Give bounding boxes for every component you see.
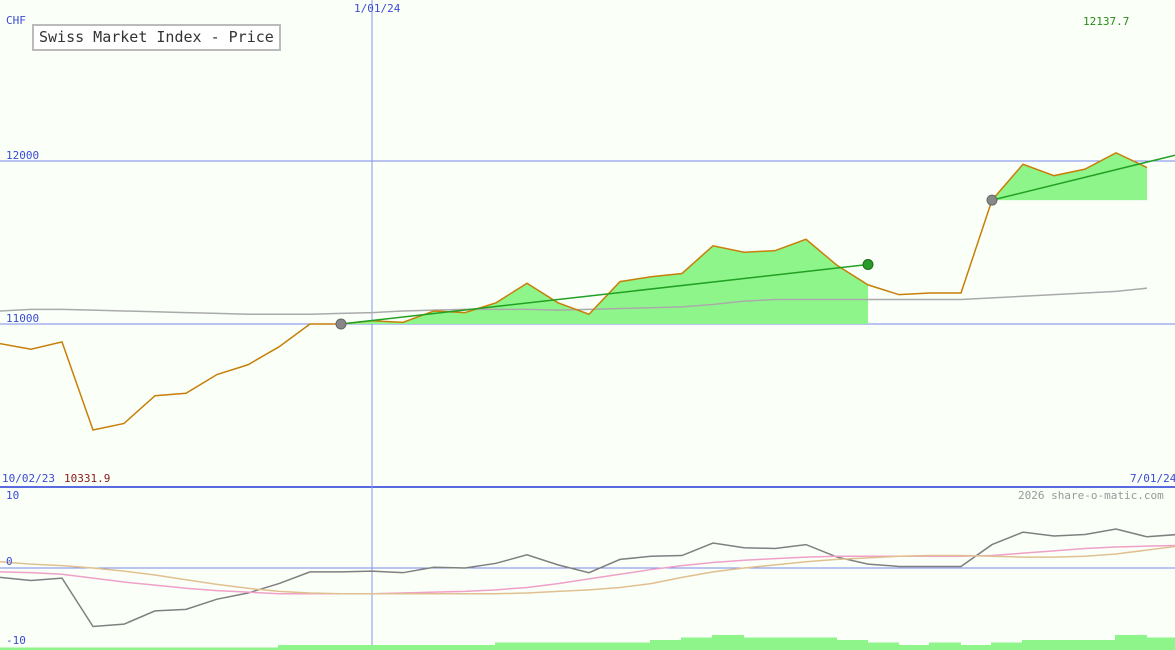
volume-bar (278, 645, 310, 650)
osc-ytick-label-10: 10 (6, 489, 20, 502)
volume-bar (433, 645, 465, 650)
price-line (0, 152, 1148, 431)
trend-end-marker-1 (862, 259, 874, 271)
volume-bar (309, 645, 341, 650)
price-chart (0, 0, 1175, 650)
volume-bar (402, 645, 434, 650)
volume-bar (371, 645, 403, 650)
chart-title: Swiss Market Index - Price (32, 24, 281, 51)
volume-bar (743, 637, 775, 650)
gain-area-2 (992, 152, 1147, 201)
volume-bar (929, 642, 961, 650)
volume-bar (526, 642, 558, 650)
volume-bar (464, 645, 496, 650)
volume-bar (836, 640, 868, 650)
trend-start-marker-1 (335, 318, 347, 330)
volume-bar (495, 642, 527, 650)
volume-bar (1022, 640, 1054, 650)
end-date-label: 7/01/24 (1130, 472, 1175, 485)
volume-bar (712, 635, 744, 650)
low-price-label: 10331.9 (64, 472, 111, 485)
start-date-label: 10/02/23 (2, 472, 55, 485)
moving-average-line (0, 287, 1148, 315)
volume-bar (1115, 635, 1147, 650)
currency-label: CHF (6, 14, 26, 27)
volume-bar (774, 637, 806, 650)
osc-ytick-label-minus10: -10 (6, 634, 26, 647)
osc-ytick-label-0: 0 (6, 555, 13, 568)
high-price-label: 12137.7 (1083, 15, 1130, 28)
trend-start-marker-2 (986, 194, 998, 206)
volume-bar (588, 642, 620, 650)
volume-bar (898, 645, 930, 650)
volume-bar (650, 640, 682, 650)
volume-bar (681, 637, 713, 650)
volume-bar (991, 642, 1023, 650)
watermark: 2026 share-o-matic.com (1018, 489, 1164, 502)
oscillator-line-2 (0, 544, 1175, 595)
vline-date-label: 1/01/24 (354, 2, 401, 15)
volume-bar (960, 645, 992, 650)
volume-bar (340, 645, 372, 650)
volume-bar (805, 637, 837, 650)
gain-area-1 (341, 239, 868, 324)
volume-bar (619, 642, 651, 650)
ytick-label-11000: 11000 (6, 312, 40, 325)
volume-bar (1146, 637, 1175, 650)
ytick-label-12000: 12000 (6, 149, 40, 162)
volume-bar (557, 642, 589, 650)
volume-bar (1053, 640, 1085, 650)
volume-bar (867, 642, 899, 650)
volume-bar (1084, 640, 1116, 650)
